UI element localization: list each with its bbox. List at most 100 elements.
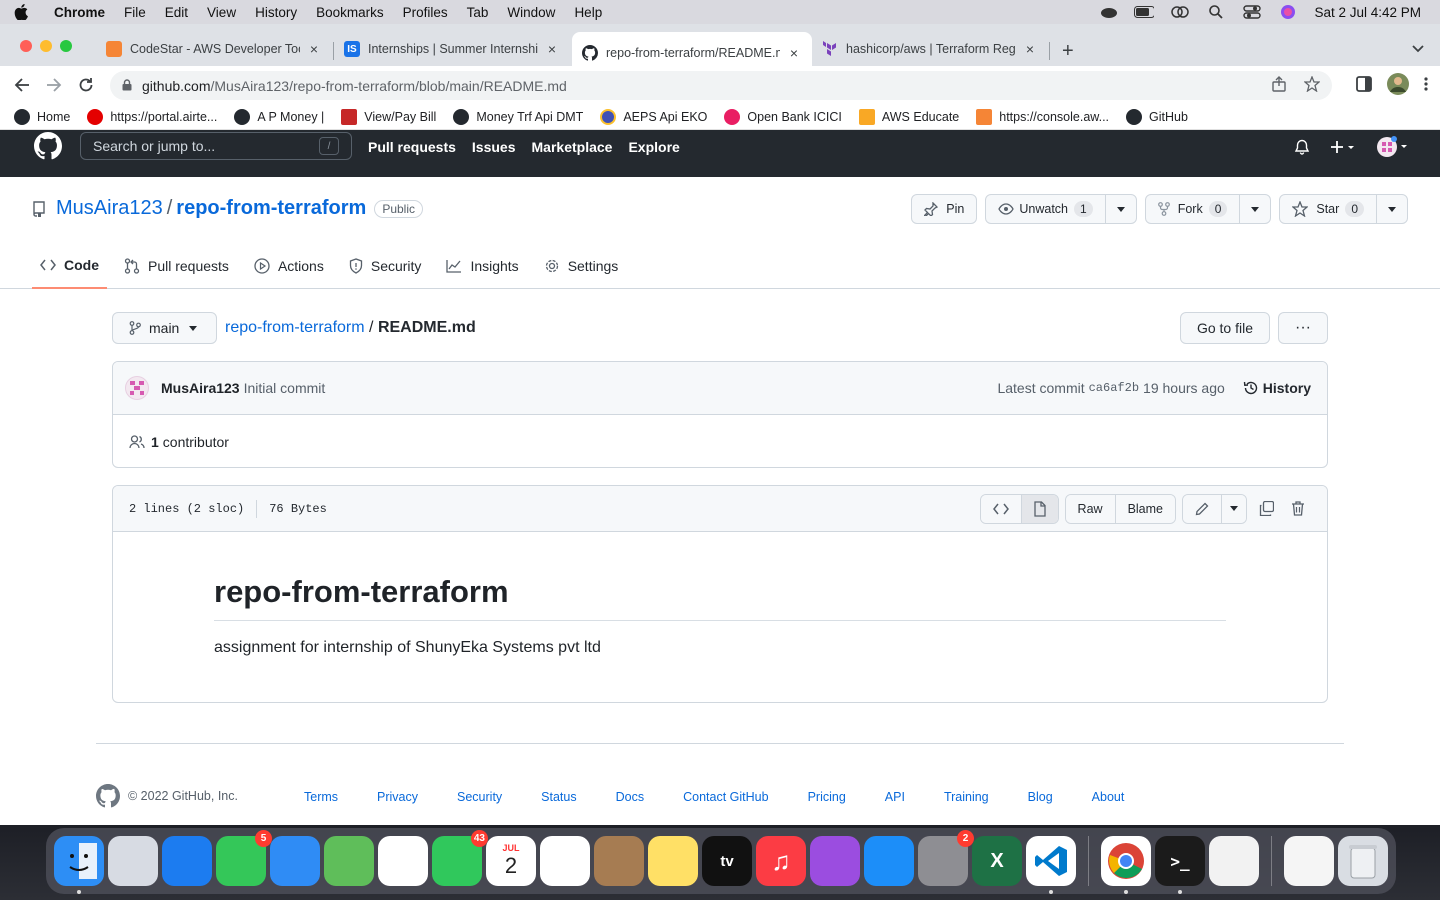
unwatch-button[interactable]: Unwatch 1 <box>985 194 1137 224</box>
bookmark-view-pay-bill[interactable]: View/Pay Bill <box>341 108 436 125</box>
branch-select-button[interactable]: main <box>112 312 217 344</box>
address-bar[interactable]: github.com/MusAira123/repo-from-terrafor… <box>110 71 1332 100</box>
reload-icon[interactable] <box>70 69 102 101</box>
bookmark-home[interactable]: Home <box>14 108 70 125</box>
star-button[interactable]: Star 0 <box>1279 194 1408 224</box>
footer-link-blog[interactable]: Blog <box>1028 790 1053 804</box>
minimize-window-button[interactable] <box>40 40 52 52</box>
bookmark-money-trf[interactable]: Money Trf Api DMT <box>453 108 583 125</box>
back-arrow-icon[interactable] <box>6 69 38 101</box>
dock-archive-icon[interactable] <box>1209 836 1259 886</box>
lock-icon[interactable] <box>122 78 132 94</box>
dock-calendar-icon[interactable]: JUL 2 <box>486 836 536 886</box>
close-tab-icon[interactable]: × <box>1022 41 1038 57</box>
cloud-icon[interactable] <box>1098 5 1118 19</box>
commit-author-link[interactable]: MusAira123 <box>161 380 240 396</box>
dock-system-preferences-icon[interactable]: 2 <box>918 830 974 886</box>
dock-vscode-icon[interactable] <box>1026 836 1076 894</box>
dock-trash-icon[interactable] <box>1338 836 1388 886</box>
footer-link-status[interactable]: Status <box>541 790 576 804</box>
battery-icon[interactable] <box>1134 5 1155 19</box>
share-icon[interactable] <box>1272 76 1286 95</box>
menu-tab[interactable]: Tab <box>467 5 489 20</box>
footer-link-pricing[interactable]: Pricing <box>808 790 846 804</box>
footer-link-privacy[interactable]: Privacy <box>377 790 418 804</box>
repo-owner-link[interactable]: MusAira123 <box>56 197 163 220</box>
dock-maps-icon[interactable] <box>324 836 374 886</box>
dock-podcasts-icon[interactable] <box>810 836 860 886</box>
github-logo-icon[interactable] <box>32 132 64 163</box>
blame-button[interactable]: Blame <box>1115 494 1175 523</box>
dock-tv-icon[interactable]: tv <box>702 836 752 886</box>
dock-app-store-icon[interactable] <box>864 836 914 886</box>
tab-actions[interactable]: Actions <box>246 243 332 289</box>
author-avatar[interactable] <box>125 376 149 400</box>
menu-file[interactable]: File <box>124 5 146 20</box>
footer-link-docs[interactable]: Docs <box>616 790 644 804</box>
menubar-datetime[interactable]: Sat 2 Jul 4:42 PM <box>1314 5 1421 20</box>
edit-pencil-button[interactable] <box>1183 494 1222 523</box>
side-panel-icon[interactable] <box>1356 76 1372 95</box>
fork-dropdown-caret-icon[interactable] <box>1240 195 1270 223</box>
browser-tab-internships[interactable]: IS Internships | Summer Internships × <box>334 32 570 66</box>
tab-search-chevron-icon[interactable] <box>1412 42 1424 56</box>
pin-button[interactable]: Pin <box>911 194 978 224</box>
watch-dropdown-caret-icon[interactable] <box>1106 195 1136 223</box>
bookmark-aws-console[interactable]: https://console.aw... <box>976 108 1109 125</box>
raw-button[interactable]: Raw <box>1065 494 1116 523</box>
bookmark-icici[interactable]: Open Bank ICICI <box>724 108 842 125</box>
apple-icon[interactable] <box>14 4 30 20</box>
tab-security[interactable]: Security <box>341 243 430 289</box>
edit-dropdown-caret-icon[interactable] <box>1222 494 1246 523</box>
dock-terminal-icon[interactable]: >_ <box>1155 836 1205 894</box>
tab-code[interactable]: Code <box>32 243 107 289</box>
close-tab-icon[interactable]: × <box>306 41 322 57</box>
breadcrumb-repo-link[interactable]: repo-from-terraform <box>225 319 365 336</box>
forward-arrow-icon[interactable] <box>38 69 70 101</box>
dock-safari-icon[interactable] <box>162 836 212 886</box>
dock-facetime-icon[interactable]: 43 <box>432 830 488 886</box>
footer-link-terms[interactable]: Terms <box>304 790 338 804</box>
close-tab-icon[interactable]: × <box>786 45 802 61</box>
nav-issues[interactable]: Issues <box>472 139 516 155</box>
siri-icon[interactable] <box>1278 5 1298 19</box>
dock-reminders-icon[interactable] <box>540 836 590 886</box>
new-tab-plus-icon[interactable]: + <box>1062 40 1074 63</box>
repo-name-link[interactable]: repo-from-terraform <box>176 197 366 220</box>
control-center-icon[interactable] <box>1242 5 1262 19</box>
spotlight-search-icon[interactable] <box>1206 5 1226 19</box>
bookmark-airtel[interactable]: https://portal.airte... <box>87 108 217 125</box>
dock-messages-icon[interactable]: 5 <box>216 830 272 886</box>
dock-music-icon[interactable]: ♫ <box>756 836 806 886</box>
bookmark-star-icon[interactable] <box>1303 75 1321 95</box>
dock-photos-icon[interactable] <box>378 836 428 886</box>
bookmark-github[interactable]: GitHub <box>1126 108 1188 125</box>
github-search-input[interactable]: Search or jump to... / <box>80 132 352 160</box>
footer-link-training[interactable]: Training <box>944 790 989 804</box>
go-to-file-button[interactable]: Go to file <box>1179 312 1270 344</box>
dock-excel-icon[interactable]: X <box>972 836 1022 886</box>
more-options-button[interactable]: ··· <box>1278 312 1328 344</box>
star-dropdown-caret-icon[interactable] <box>1377 195 1407 223</box>
browser-tab-terraform[interactable]: hashicorp/aws | Terraform Registry × <box>812 32 1048 66</box>
github-footer-logo-icon[interactable] <box>96 784 120 808</box>
dock-notes-icon[interactable] <box>648 836 698 886</box>
commit-sha-link[interactable]: ca6af2b <box>1089 381 1139 395</box>
menu-help[interactable]: Help <box>574 5 602 20</box>
copy-icon[interactable] <box>1253 494 1279 524</box>
dock-contacts-icon[interactable] <box>594 836 644 886</box>
user-avatar-menu-icon[interactable] <box>1376 136 1410 161</box>
screen-mirroring-icon[interactable] <box>1170 5 1190 19</box>
trash-icon[interactable] <box>1285 494 1311 524</box>
fork-button[interactable]: Fork 0 <box>1144 194 1272 224</box>
dock-chrome-icon[interactable] <box>1101 836 1151 894</box>
menu-bookmarks[interactable]: Bookmarks <box>316 5 384 20</box>
close-tab-icon[interactable]: × <box>544 41 560 57</box>
commit-message-link[interactable]: Initial commit <box>244 380 326 396</box>
bookmark-ap-money[interactable]: A P Money | <box>234 108 324 125</box>
nav-marketplace[interactable]: Marketplace <box>532 139 613 155</box>
menu-profiles[interactable]: Profiles <box>403 5 448 20</box>
tab-insights[interactable]: Insights <box>438 243 526 289</box>
profile-avatar-icon[interactable] <box>1386 72 1410 99</box>
dock-mail-icon[interactable] <box>270 836 320 886</box>
